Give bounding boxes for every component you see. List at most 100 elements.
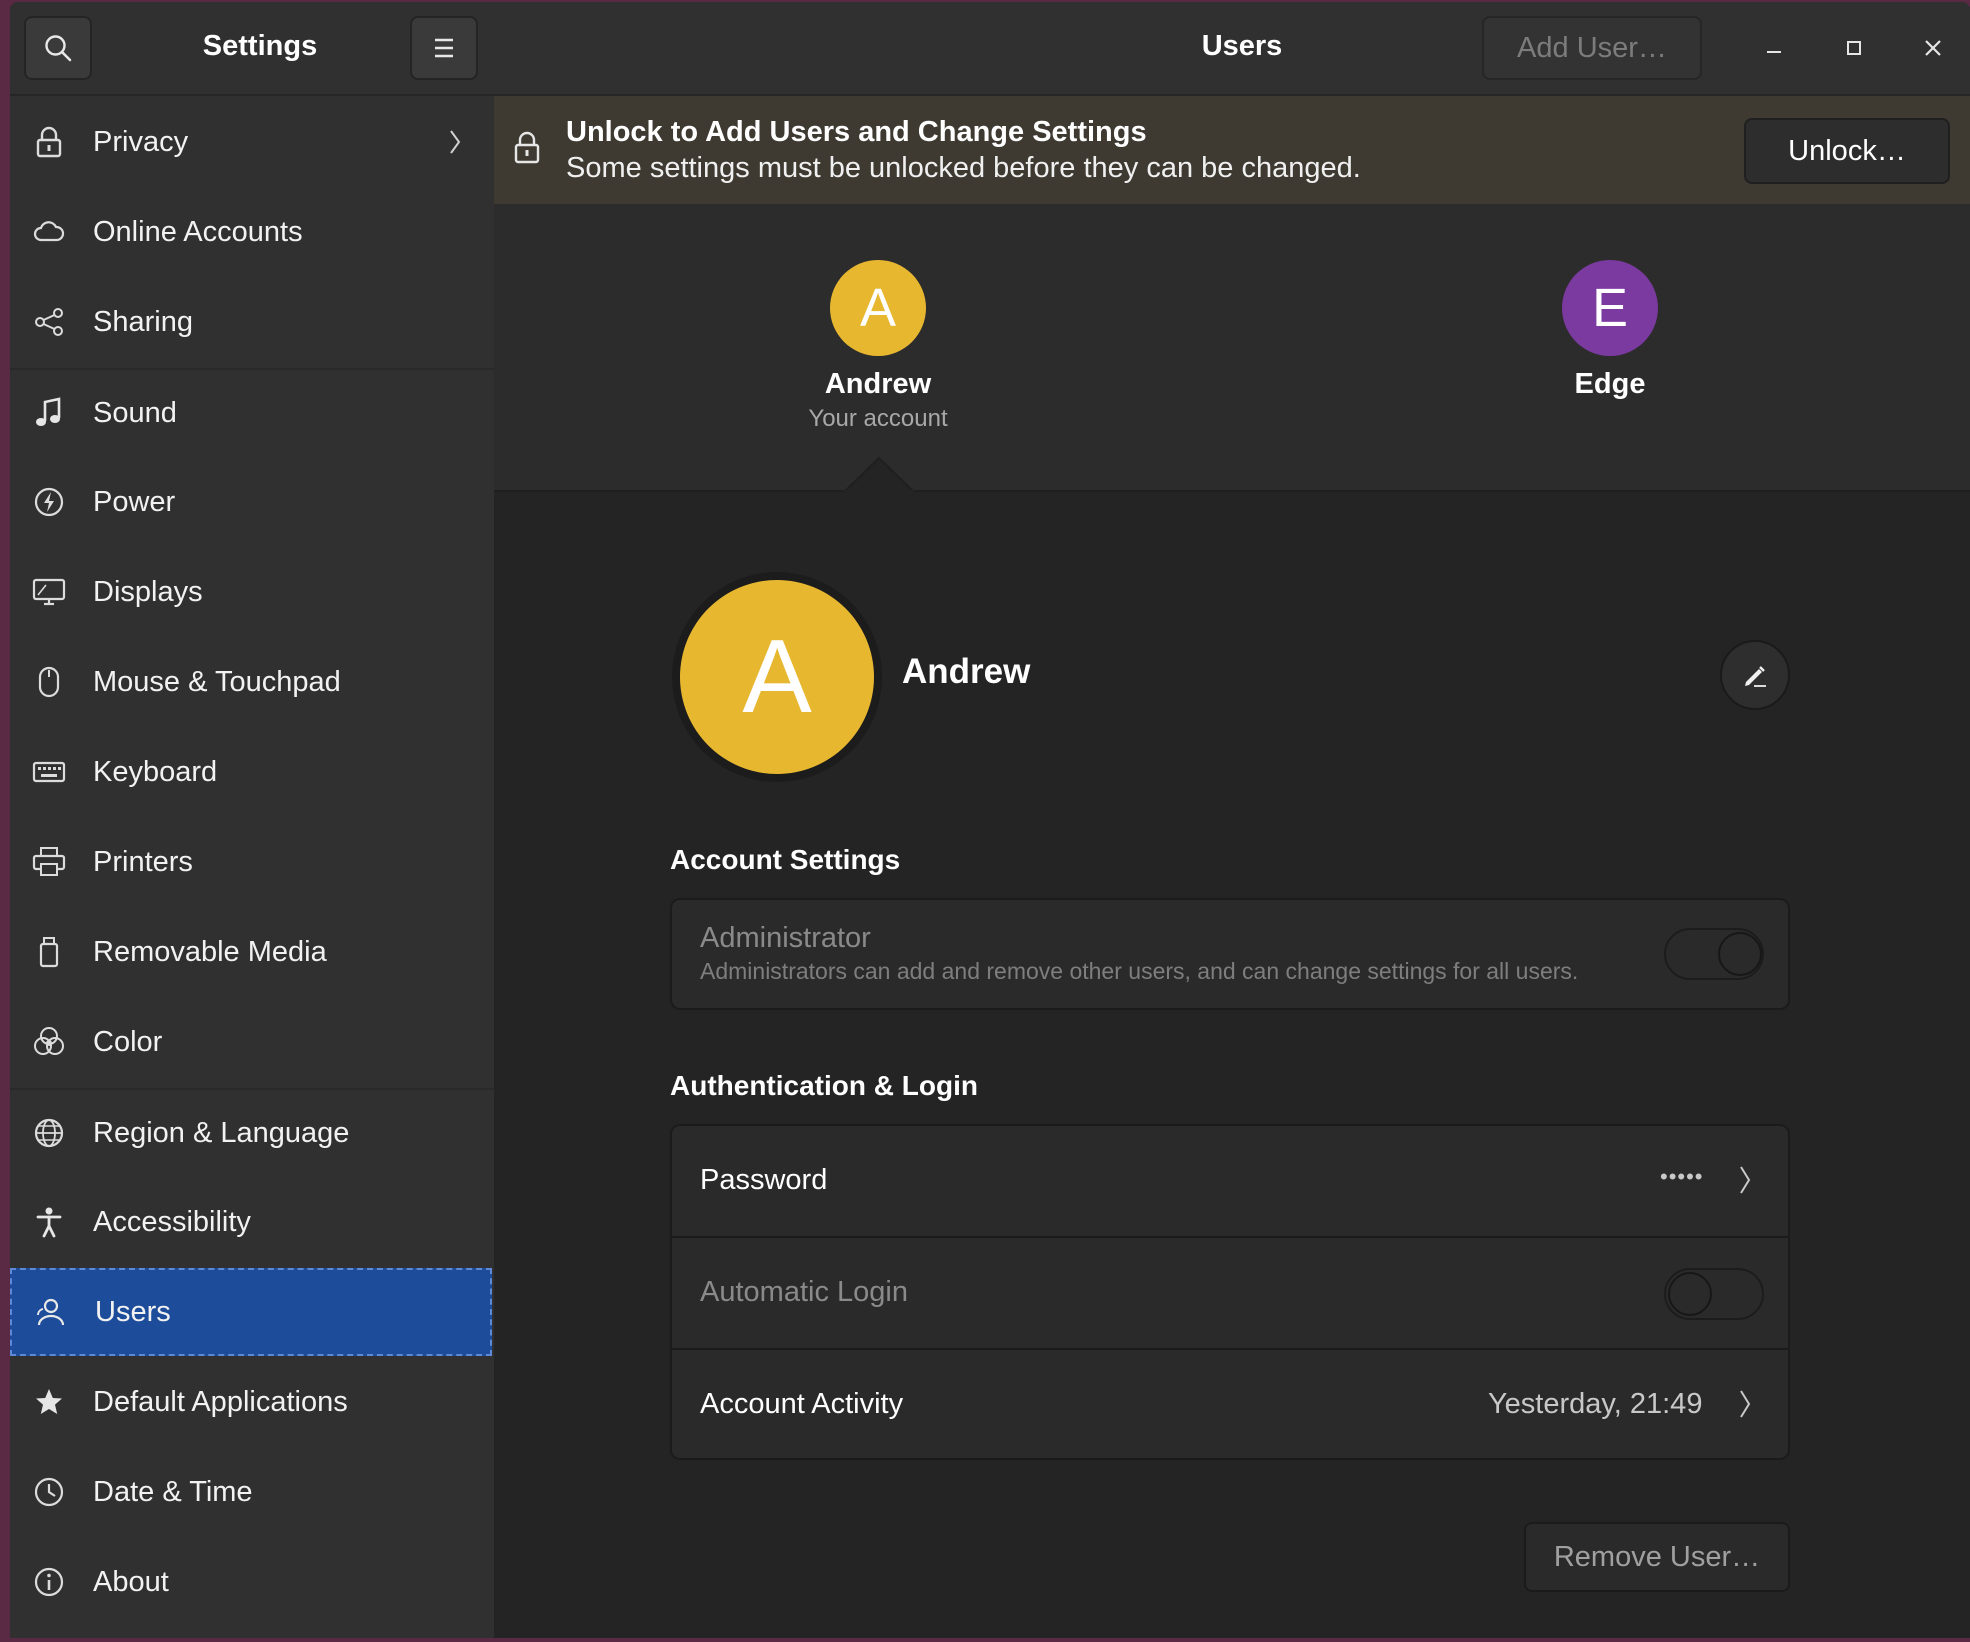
account-activity-value: Yesterday, 21:49 — [1488, 1388, 1703, 1420]
lock-icon — [32, 125, 66, 159]
star-icon — [32, 1385, 66, 1419]
sidebar-item-label: Keyboard — [93, 755, 218, 788]
selection-caret — [844, 456, 914, 492]
sidebar-item-label: Accessibility — [93, 1205, 251, 1238]
chevron-right-icon — [448, 128, 462, 156]
power-icon — [32, 485, 66, 519]
edit-name-button[interactable] — [1720, 640, 1790, 710]
accessibility-icon — [32, 1205, 66, 1239]
user-detail-pane: A Andrew Account Settings Administrator … — [494, 492, 1970, 1638]
sidebar-item-displays[interactable]: Displays — [10, 548, 494, 636]
sidebar-item-region-language[interactable]: Region & Language — [10, 1088, 494, 1176]
automatic-login-label: Automatic Login — [700, 1276, 908, 1308]
sidebar-item-label: Displays — [93, 575, 203, 608]
share-icon — [32, 305, 66, 339]
auth-login-box: Password ••••• Automatic Login Account A… — [670, 1124, 1790, 1460]
avatar: A — [680, 580, 874, 774]
infobar-title: Unlock to Add Users and Change Settings — [566, 116, 1147, 148]
sidebar-item-printers[interactable]: Printers — [10, 818, 494, 906]
chevron-right-icon — [1738, 1164, 1752, 1196]
sidebar-item-sharing[interactable]: Sharing — [10, 278, 494, 366]
account-activity-label: Account Activity — [700, 1388, 904, 1420]
sidebar-item-sound[interactable]: Sound — [10, 368, 494, 456]
account-settings-heading: Account Settings — [670, 844, 901, 875]
mouse-icon — [32, 665, 66, 699]
sidebar-item-label: About — [93, 1565, 169, 1598]
sidebar-item-removable-media[interactable]: Removable Media — [10, 908, 494, 996]
sidebar-item-keyboard[interactable]: Keyboard — [10, 728, 494, 816]
header-bar: Users Add User… — [494, 2, 1970, 96]
sidebar-item-about[interactable]: About — [10, 1538, 494, 1626]
administrator-label: Administrator — [700, 922, 871, 954]
toggle-knob — [1718, 932, 1762, 976]
sidebar-item-label: Sound — [93, 396, 177, 429]
toggle-knob — [1668, 1272, 1712, 1316]
unlock-button[interactable]: Unlock… — [1744, 118, 1950, 184]
maximize-icon — [1844, 38, 1864, 58]
administrator-row: Administrator Administrators can add and… — [672, 900, 1788, 1008]
remove-user-button[interactable]: Remove User… — [1524, 1522, 1790, 1592]
sidebar: Settings Privacy Online Accounts Sharing… — [10, 2, 496, 1638]
info-icon — [32, 1565, 66, 1599]
sidebar-item-privacy[interactable]: Privacy — [10, 98, 494, 186]
search-icon — [43, 33, 73, 63]
sidebar-item-users[interactable]: Users — [10, 1268, 492, 1356]
sidebar-item-label: Default Applications — [93, 1385, 348, 1418]
account-settings-box: Administrator Administrators can add and… — [670, 898, 1790, 1010]
sidebar-item-online-accounts[interactable]: Online Accounts — [10, 188, 494, 276]
menu-button[interactable] — [410, 16, 478, 80]
sidebar-item-label: Date & Time — [93, 1475, 253, 1508]
close-icon — [1923, 38, 1943, 58]
automatic-login-row: Automatic Login — [672, 1238, 1788, 1348]
infobar-subtitle: Some settings must be unlocked before th… — [566, 152, 1361, 184]
maximize-button[interactable] — [1834, 28, 1874, 68]
globe-icon — [32, 1116, 66, 1150]
sidebar-item-label: Mouse & Touchpad — [93, 665, 341, 698]
add-user-button[interactable]: Add User… — [1482, 16, 1702, 80]
sidebar-item-date-time[interactable]: Date & Time — [10, 1448, 494, 1536]
close-button[interactable] — [1913, 28, 1953, 68]
search-button[interactable] — [24, 16, 92, 80]
music-note-icon — [32, 396, 66, 430]
color-icon — [32, 1025, 66, 1059]
minimize-button[interactable] — [1754, 28, 1794, 68]
user-name: Edge — [1574, 368, 1646, 400]
account-activity-row[interactable]: Account Activity Yesterday, 21:49 — [672, 1350, 1788, 1458]
users-icon — [34, 1295, 68, 1329]
sidebar-item-label: Power — [93, 485, 176, 518]
sidebar-title: Settings — [202, 30, 318, 62]
user-carousel: A Andrew Your account E Edge — [494, 204, 1970, 492]
settings-window: Settings Privacy Online Accounts Sharing… — [10, 2, 1970, 1638]
sidebar-item-power[interactable]: Power — [10, 458, 494, 546]
keyboard-icon — [32, 755, 66, 789]
sidebar-item-mouse-touchpad[interactable]: Mouse & Touchpad — [10, 638, 494, 726]
automatic-login-toggle[interactable] — [1664, 1268, 1764, 1320]
user-card-edge[interactable]: E Edge — [1460, 260, 1760, 401]
page-title: Users — [1201, 30, 1283, 62]
password-row[interactable]: Password ••••• — [672, 1126, 1788, 1236]
sidebar-item-accessibility[interactable]: Accessibility — [10, 1178, 494, 1266]
sidebar-item-color[interactable]: Color — [10, 998, 494, 1086]
printer-icon — [32, 845, 66, 879]
avatar-button[interactable]: A — [672, 572, 882, 782]
removable-media-icon — [32, 935, 66, 969]
sidebar-item-label: Printers — [93, 845, 193, 878]
user-full-name: Andrew — [902, 652, 1031, 691]
lock-icon — [512, 130, 542, 164]
sidebar-item-default-applications[interactable]: Default Applications — [10, 1358, 494, 1446]
administrator-toggle[interactable] — [1664, 928, 1764, 980]
sidebar-item-label: Users — [95, 1295, 171, 1328]
sidebar-item-label: Removable Media — [93, 935, 327, 968]
auth-login-heading: Authentication & Login — [670, 1070, 978, 1101]
sidebar-item-label: Color — [93, 1025, 163, 1058]
user-card-andrew[interactable]: A Andrew Your account — [728, 260, 1028, 433]
password-value: ••••• — [1660, 1164, 1704, 1189]
sidebar-item-label: Region & Language — [93, 1116, 350, 1149]
user-subtitle: Your account — [808, 405, 948, 432]
main-panel: Users Add User… Unlock to Add Users and … — [494, 2, 1970, 1638]
avatar: A — [830, 260, 926, 356]
sidebar-item-label: Online Accounts — [93, 215, 303, 248]
avatar: E — [1562, 260, 1658, 356]
sidebar-item-label: Privacy — [93, 125, 189, 158]
cloud-icon — [32, 215, 66, 249]
